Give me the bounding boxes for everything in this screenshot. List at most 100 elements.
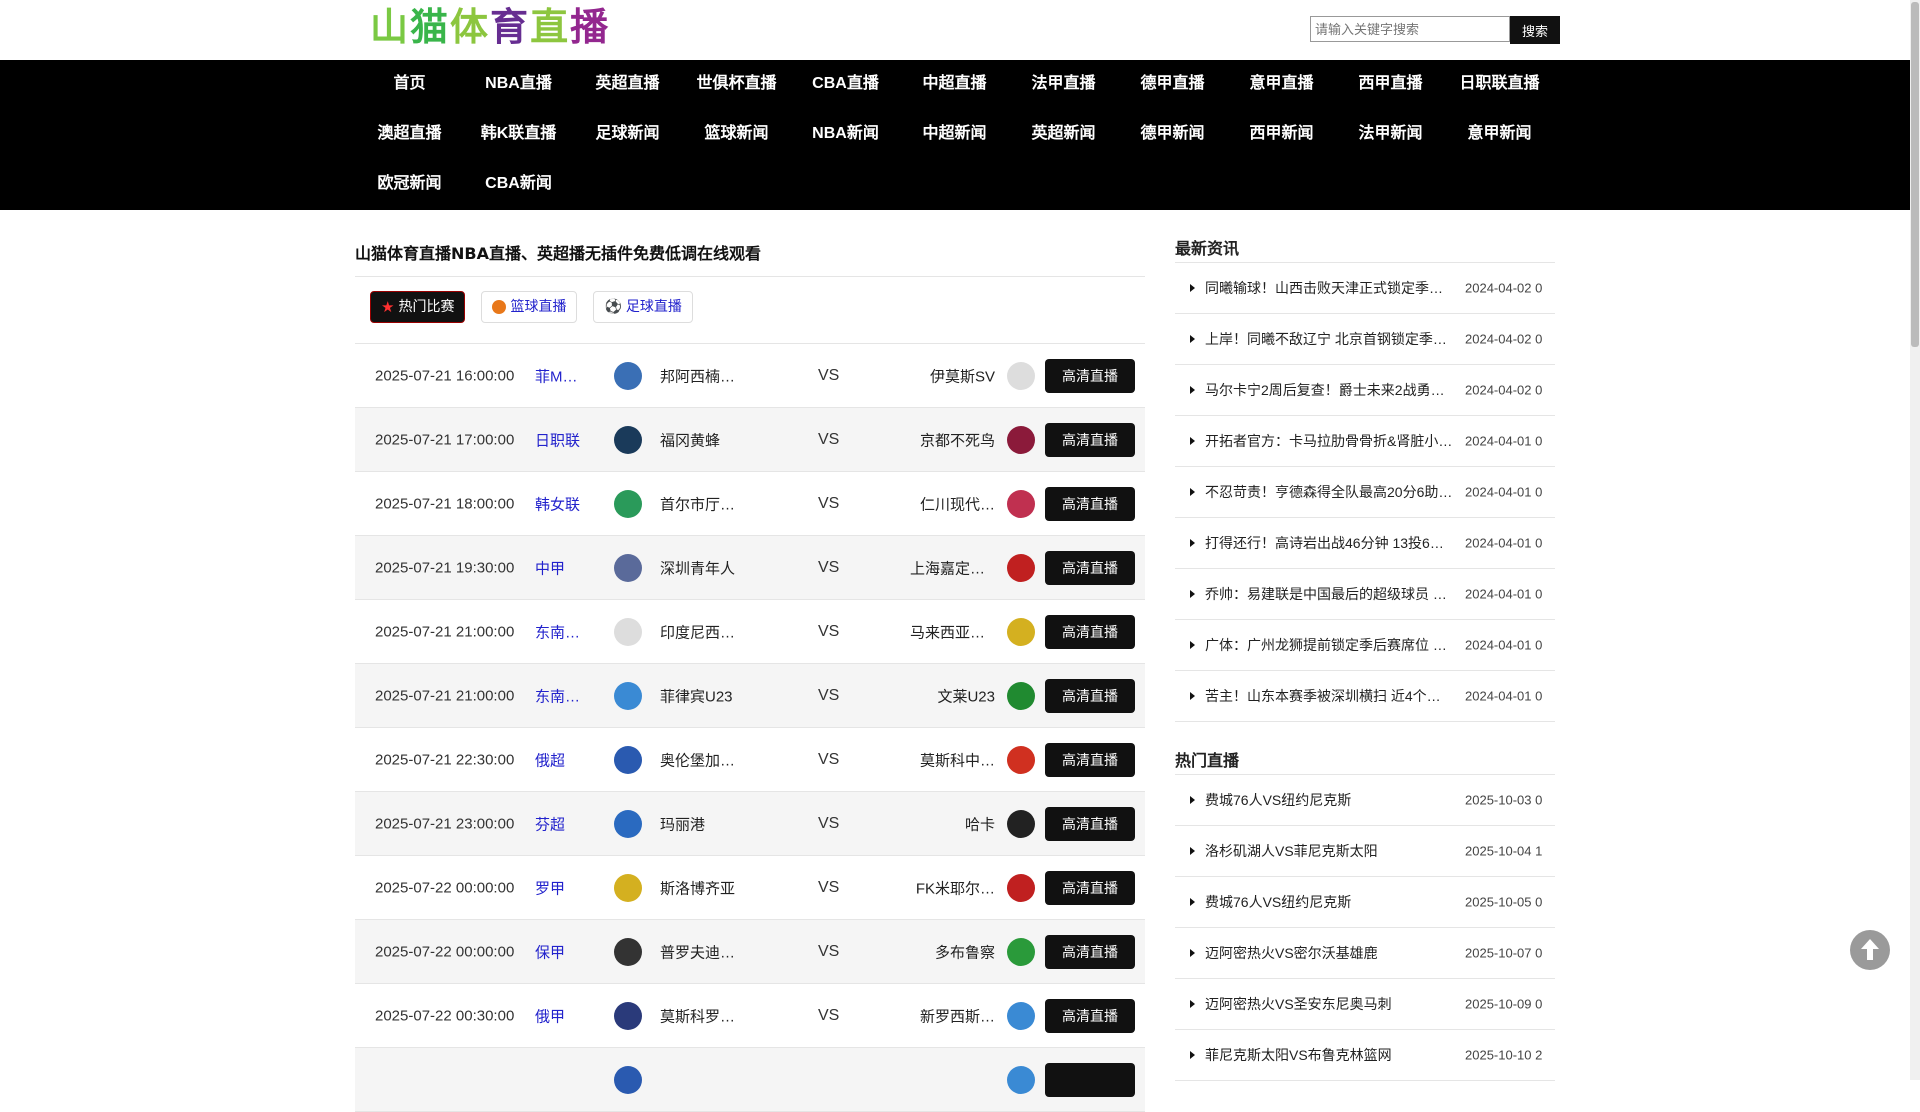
nav-item[interactable]: CBA直播	[791, 60, 900, 110]
match-list: 2025-07-21 16:00:00 菲MPBL 邦阿西楠… VS 伊莫斯SV 高清直播…	[355, 343, 1145, 1112]
vs-label: VS	[818, 814, 840, 832]
match-time: 2025-07-22 00:00:00	[375, 879, 515, 896]
hot-live-list: 费城76人VS纽约尼克斯 2025-10-03 0 洛杉矶湖人VS菲尼克斯太阳 202…	[1175, 775, 1555, 1081]
hd-live-button[interactable]: 高清直播	[1045, 614, 1135, 649]
page-scrollbar[interactable]	[1910, 0, 1920, 1080]
item-title-link[interactable]: 苦主！山东本赛季被深圳横扫 近4个…	[1205, 686, 1455, 706]
nav-item[interactable]: 英超新闻	[1009, 110, 1118, 160]
sidebar-list-item[interactable]: 广体：广州龙狮提前锁定季后赛席位 … 2024-04-01 0	[1175, 620, 1555, 671]
item-title-link[interactable]: 同曦输球！山西击败天津正式锁定季…	[1205, 278, 1455, 298]
search-box: 搜索	[1310, 16, 1560, 44]
basketball-icon	[492, 300, 507, 314]
hd-live-button[interactable]: 高清直播	[1045, 742, 1135, 777]
league-link[interactable]: 俄超	[535, 749, 585, 770]
item-title-link[interactable]: 开拓者官方：卡马拉肋骨骨折&肾脏小…	[1205, 431, 1455, 451]
item-title-link[interactable]: 马尔卡宁2周后复查！爵士未来2战勇…	[1205, 380, 1455, 400]
vs-label: VS	[818, 686, 840, 704]
league-link[interactable]: 中甲	[535, 557, 585, 578]
vs-label: VS	[818, 366, 840, 384]
hd-live-button[interactable]: 高清直播	[1045, 806, 1135, 841]
nav-item[interactable]: CBA新闻	[464, 160, 573, 210]
back-to-top-button[interactable]	[1850, 930, 1890, 970]
nav-item[interactable]: 韩K联直播	[464, 110, 573, 160]
hd-live-button[interactable]: 高清直播	[1045, 550, 1135, 585]
hd-live-button[interactable]: 高清直播	[1045, 998, 1135, 1033]
hd-live-button[interactable]: 高清直播	[1045, 870, 1135, 905]
item-title-link[interactable]: 上岸！同曦不敌辽宁 北京首钢锁定季…	[1205, 329, 1455, 349]
item-title-link[interactable]: 费城76人VS纽约尼克斯	[1205, 892, 1455, 912]
nav-item[interactable]: 足球新闻	[573, 110, 682, 160]
sidebar-list-item[interactable]: 费城76人VS纽约尼克斯 2025-10-03 0	[1175, 775, 1555, 826]
sidebar-list-item[interactable]: 马尔卡宁2周后复查！爵士未来2战勇… 2024-04-02 0	[1175, 365, 1555, 416]
item-title-link[interactable]: 乔帅：易建联是中国最后的超级球员 …	[1205, 584, 1455, 604]
item-title-link[interactable]: 迈阿密热火VS圣安东尼奥马刺	[1205, 994, 1455, 1014]
nav-item[interactable]: NBA新闻	[791, 110, 900, 160]
item-title-link[interactable]: 广体：广州龙狮提前锁定季后赛席位 …	[1205, 635, 1455, 655]
nav-item[interactable]: 中超直播	[900, 60, 1009, 110]
sidebar-list-item[interactable]: 菲尼克斯太阳VS布鲁克林篮网 2025-10-10 2	[1175, 1030, 1555, 1081]
item-title-link[interactable]: 不忍苛责！亨德森得全队最高20分6助…	[1205, 482, 1455, 502]
nav-item[interactable]: 中超新闻	[900, 110, 1009, 160]
nav-item[interactable]: 法甲直播	[1009, 60, 1118, 110]
nav-item[interactable]: 意甲直播	[1227, 60, 1336, 110]
sidebar-list-item[interactable]: 迈阿密热火VS圣安东尼奥马刺 2025-10-09 0	[1175, 979, 1555, 1030]
sidebar-list-item[interactable]: 费城76人VS纽约尼克斯 2025-10-05 0	[1175, 877, 1555, 928]
sidebar-list-item[interactable]: 上岸！同曦不敌辽宁 北京首钢锁定季… 2024-04-02 0	[1175, 314, 1555, 365]
league-link[interactable]: 俄甲	[535, 1005, 585, 1026]
item-title-link[interactable]: 菲尼克斯太阳VS布鲁克林篮网	[1205, 1045, 1455, 1065]
league-link[interactable]: 芬超	[535, 813, 585, 834]
sidebar-list-item[interactable]: 同曦输球！山西击败天津正式锁定季… 2024-04-02 0	[1175, 263, 1555, 314]
search-button[interactable]: 搜索	[1510, 16, 1560, 44]
tab-basketball-live[interactable]: 篮球直播	[481, 291, 578, 323]
home-team-name: 奥伦堡加…	[660, 752, 736, 769]
match-time: 2025-07-21 17:00:00	[375, 431, 515, 448]
nav-item[interactable]: 日职联直播	[1445, 60, 1554, 110]
nav-item[interactable]: 英超直播	[573, 60, 682, 110]
tab-football-live[interactable]: ⚽ 足球直播	[593, 291, 693, 323]
nav-item[interactable]: 法甲新闻	[1336, 110, 1445, 160]
league-link[interactable]: 菲MPBL	[535, 365, 585, 386]
nav-item[interactable]: 德甲新闻	[1118, 110, 1227, 160]
nav-item[interactable]: 西甲新闻	[1227, 110, 1336, 160]
sidebar-list-item[interactable]: 打得还行！高诗岩出战46分钟 13投6… 2024-04-01 0	[1175, 518, 1555, 569]
league-link[interactable]: 日职联	[535, 429, 585, 450]
away-team-logo-icon	[1007, 745, 1035, 774]
league-link[interactable]: 东南…	[535, 685, 585, 706]
nav-item[interactable]: 篮球新闻	[682, 110, 791, 160]
hd-live-button[interactable]: 高清直播	[1045, 422, 1135, 457]
tab-hot-matches[interactable]: ★ 热门比赛	[370, 291, 466, 323]
nav-item[interactable]: 意甲新闻	[1445, 110, 1554, 160]
scrollbar-thumb[interactable]	[1911, 2, 1919, 347]
league-link[interactable]: 罗甲	[535, 877, 585, 898]
search-input[interactable]	[1310, 16, 1510, 42]
site-logo[interactable]: 山 猫 体 育 直 播	[370, 8, 610, 46]
league-link[interactable]: 韩女联	[535, 493, 585, 514]
league-link[interactable]: 东南…	[535, 621, 585, 642]
hd-live-button[interactable]: 高清直播	[1045, 678, 1135, 713]
item-title-link[interactable]: 迈阿密热火VS密尔沃基雄鹿	[1205, 943, 1455, 963]
nav-item[interactable]: 欧冠新闻	[355, 160, 464, 210]
sidebar-list-item[interactable]: 苦主！山东本赛季被深圳横扫 近4个… 2024-04-01 0	[1175, 671, 1555, 722]
hd-live-button[interactable]: 高清直播	[1045, 358, 1135, 393]
sidebar-list-item[interactable]: 开拓者官方：卡马拉肋骨骨折&肾脏小… 2024-04-01 0	[1175, 416, 1555, 467]
nav-item[interactable]: 首页	[355, 60, 464, 110]
sidebar-list-item[interactable]: 不忍苛责！亨德森得全队最高20分6助… 2024-04-01 0	[1175, 467, 1555, 518]
sidebar-list-item[interactable]: 乔帅：易建联是中国最后的超级球员 … 2024-04-01 0	[1175, 569, 1555, 620]
nav-item[interactable]: 西甲直播	[1336, 60, 1445, 110]
home-team-logo-icon	[614, 553, 642, 582]
item-title-link[interactable]: 打得还行！高诗岩出战46分钟 13投6…	[1205, 533, 1455, 553]
home-team-logo-icon	[614, 617, 642, 646]
item-title-link[interactable]: 洛杉矶湖人VS菲尼克斯太阳	[1205, 841, 1455, 861]
nav-item[interactable]: NBA直播	[464, 60, 573, 110]
sidebar-list-item[interactable]: 迈阿密热火VS密尔沃基雄鹿 2025-10-07 0	[1175, 928, 1555, 979]
match-time: 2025-07-21 21:00:00	[375, 623, 515, 640]
nav-item[interactable]: 世俱杯直播	[682, 60, 791, 110]
nav-item[interactable]: 德甲直播	[1118, 60, 1227, 110]
league-link[interactable]: 保甲	[535, 941, 585, 962]
hd-live-button[interactable]: 高清直播	[1045, 486, 1135, 521]
sidebar-list-item[interactable]: 洛杉矶湖人VS菲尼克斯太阳 2025-10-04 1	[1175, 826, 1555, 877]
bullet-triangle-icon	[1190, 796, 1195, 804]
item-title-link[interactable]: 费城76人VS纽约尼克斯	[1205, 790, 1455, 810]
hd-live-button[interactable]: 高清直播	[1045, 934, 1135, 969]
nav-item[interactable]: 澳超直播	[355, 110, 464, 160]
